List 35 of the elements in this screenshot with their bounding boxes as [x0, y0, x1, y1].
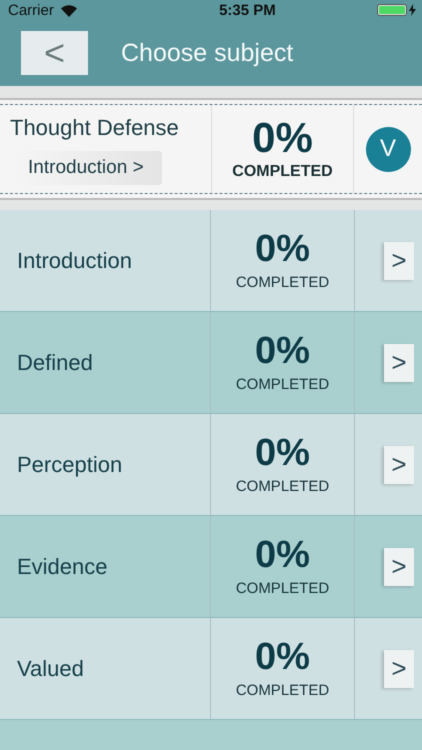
subject-row[interactable]: Introduction 0% COMPLETED >: [0, 210, 422, 312]
expand-button[interactable]: V: [366, 126, 410, 172]
wifi-icon: [60, 4, 78, 16]
subject-percent: 0%: [255, 536, 310, 574]
open-subject-button[interactable]: >: [384, 446, 414, 484]
screen-title: Choose subject: [121, 38, 294, 68]
completed-label: COMPLETED: [236, 478, 330, 495]
completed-label: COMPLETED: [236, 682, 330, 699]
subject-percent: 0%: [255, 332, 310, 370]
open-subject-button[interactable]: >: [384, 650, 414, 688]
subject-percent: 0%: [255, 638, 310, 676]
subject-row[interactable]: Perception 0% COMPLETED >: [0, 414, 422, 516]
subject-row[interactable]: Defined 0% COMPLETED >: [0, 312, 422, 414]
open-subject-button[interactable]: >: [384, 242, 414, 280]
back-button[interactable]: <: [21, 31, 88, 75]
completed-label: COMPLETED: [236, 580, 330, 597]
subject-name: Perception: [0, 414, 211, 515]
subject-name: Evidence: [0, 516, 211, 617]
battery-icon: [376, 4, 407, 16]
subject-row[interactable]: Valued 0% COMPLETED >: [0, 618, 422, 720]
course-percent: 0%: [252, 117, 313, 159]
open-subject-button[interactable]: >: [384, 344, 414, 382]
subject-percent: 0%: [255, 230, 310, 268]
course-title: Thought Defense: [10, 115, 180, 141]
open-subject-button[interactable]: >: [384, 548, 414, 586]
subject-name: Introduction: [0, 210, 211, 311]
subject-row[interactable]: Evidence 0% COMPLETED >: [0, 516, 422, 618]
subject-name: Defined: [0, 312, 211, 413]
completed-label: COMPLETED: [236, 274, 330, 291]
clock-time: 5:35 PM: [219, 2, 276, 18]
completed-label: COMPLETED: [236, 376, 330, 393]
completed-label: COMPLETED: [232, 163, 333, 181]
subject-name: Valued: [0, 618, 211, 719]
carrier-label: Carrier: [8, 2, 54, 18]
subject-percent: 0%: [255, 434, 310, 472]
